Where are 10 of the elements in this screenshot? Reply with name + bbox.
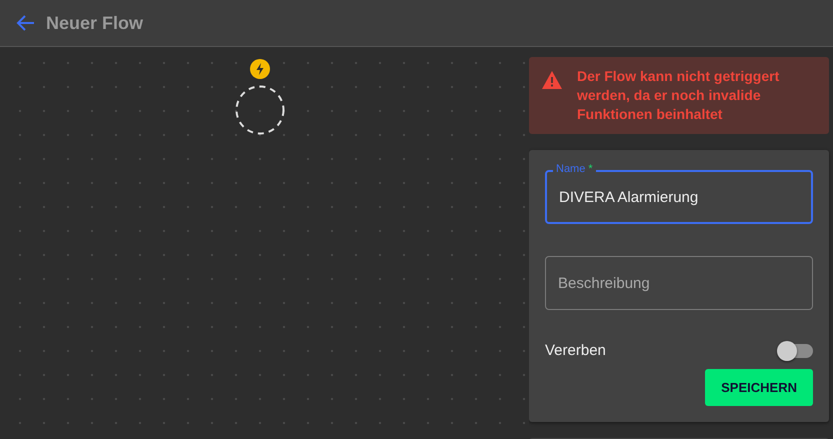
- save-button[interactable]: SPEICHERN: [705, 368, 813, 406]
- description-field[interactable]: Beschreibung: [545, 256, 813, 310]
- trigger-lightning-icon[interactable]: [250, 59, 270, 79]
- inherit-toggle[interactable]: [777, 341, 813, 362]
- toggle-label: Vererben: [545, 341, 606, 361]
- empty-node-placeholder[interactable]: [235, 85, 285, 135]
- back-arrow-icon[interactable]: [16, 14, 36, 32]
- warning-icon: [541, 70, 563, 90]
- error-message: Der Flow kann nicht getriggert werden, da er noch invalide Funktionen beinhaltet: [577, 67, 780, 124]
- page-title: Neuer Flow: [46, 12, 144, 34]
